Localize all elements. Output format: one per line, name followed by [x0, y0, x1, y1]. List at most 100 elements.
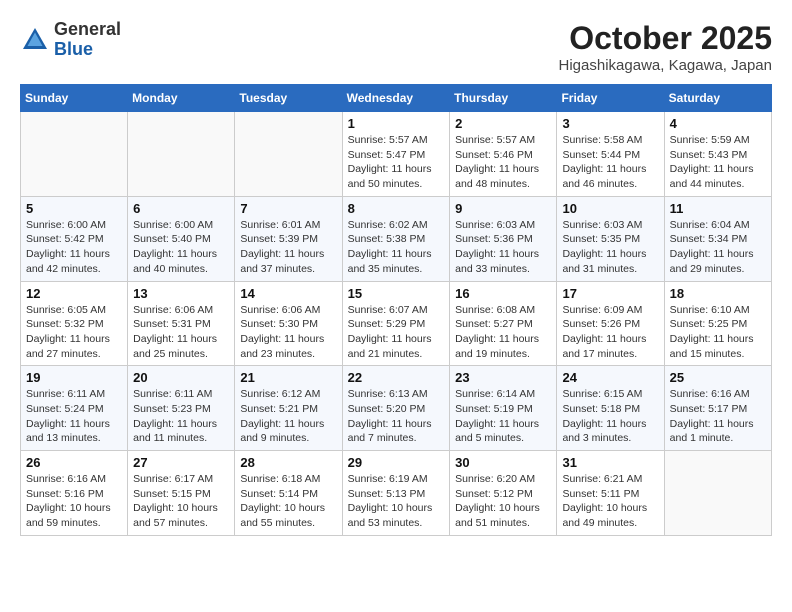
calendar-week-row: 5 Sunrise: 6:00 AM Sunset: 5:42 PM Daylig… — [21, 196, 772, 281]
calendar-week-row: 26 Sunrise: 6:16 AM Sunset: 5:16 PM Dayli… — [21, 451, 772, 536]
day-info: Sunrise: 6:11 AM Sunset: 5:23 PM Dayligh… — [133, 387, 229, 446]
day-number: 4 — [670, 116, 766, 131]
weekday-header: Sunday — [21, 85, 128, 112]
calendar-cell: 25 Sunrise: 6:16 AM Sunset: 5:17 PM Dayli… — [664, 366, 771, 451]
calendar-cell: 13 Sunrise: 6:06 AM Sunset: 5:31 PM Dayli… — [128, 281, 235, 366]
weekday-header: Wednesday — [342, 85, 450, 112]
calendar-cell: 31 Sunrise: 6:21 AM Sunset: 5:11 PM Dayli… — [557, 451, 664, 536]
calendar-cell: 28 Sunrise: 6:18 AM Sunset: 5:14 PM Dayli… — [235, 451, 342, 536]
day-number: 23 — [455, 370, 551, 385]
calendar-cell: 27 Sunrise: 6:17 AM Sunset: 5:15 PM Dayli… — [128, 451, 235, 536]
calendar-table: SundayMondayTuesdayWednesdayThursdayFrid… — [20, 84, 772, 536]
day-number: 28 — [240, 455, 336, 470]
calendar-cell: 3Sunrise: 5:58 AM Sunset: 5:44 PM Daylig… — [557, 112, 664, 197]
day-number: 13 — [133, 286, 229, 301]
calendar-cell: 20 Sunrise: 6:11 AM Sunset: 5:23 PM Dayli… — [128, 366, 235, 451]
day-number: 16 — [455, 286, 551, 301]
day-number: 27 — [133, 455, 229, 470]
day-info: Sunrise: 6:16 AM Sunset: 5:17 PM Dayligh… — [670, 387, 766, 446]
day-number: 12 — [26, 286, 122, 301]
day-info: Sunrise: 6:10 AM Sunset: 5:25 PM Dayligh… — [670, 303, 766, 362]
location: Higashikagawa, Kagawa, Japan — [559, 57, 772, 74]
day-info: Sunrise: 6:04 AM Sunset: 5:34 PM Dayligh… — [670, 218, 766, 277]
day-info: Sunrise: 6:18 AM Sunset: 5:14 PM Dayligh… — [240, 472, 336, 531]
weekday-header: Saturday — [664, 85, 771, 112]
day-info: Sunrise: 6:20 AM Sunset: 5:12 PM Dayligh… — [455, 472, 551, 531]
day-info: Sunrise: 6:03 AM Sunset: 5:35 PM Dayligh… — [562, 218, 658, 277]
day-info: Sunrise: 5:57 AM Sunset: 5:46 PM Dayligh… — [455, 133, 551, 192]
day-number: 7 — [240, 201, 336, 216]
logo-general: General — [54, 20, 121, 40]
day-number: 6 — [133, 201, 229, 216]
day-info: Sunrise: 6:05 AM Sunset: 5:32 PM Dayligh… — [26, 303, 122, 362]
calendar-cell: 18Sunrise: 6:10 AM Sunset: 5:25 PM Dayli… — [664, 281, 771, 366]
day-number: 1 — [348, 116, 445, 131]
month-title: October 2025 — [559, 20, 772, 57]
day-info: Sunrise: 6:06 AM Sunset: 5:30 PM Dayligh… — [240, 303, 336, 362]
day-number: 3 — [562, 116, 658, 131]
day-number: 11 — [670, 201, 766, 216]
calendar-cell: 10 Sunrise: 6:03 AM Sunset: 5:35 PM Dayli… — [557, 196, 664, 281]
day-number: 9 — [455, 201, 551, 216]
calendar-cell: 6 Sunrise: 6:00 AM Sunset: 5:40 PM Daylig… — [128, 196, 235, 281]
day-info: Sunrise: 6:08 AM Sunset: 5:27 PM Dayligh… — [455, 303, 551, 362]
day-number: 22 — [348, 370, 445, 385]
calendar-cell — [21, 112, 128, 197]
day-info: Sunrise: 6:11 AM Sunset: 5:24 PM Dayligh… — [26, 387, 122, 446]
calendar-cell: 2 Sunrise: 5:57 AM Sunset: 5:46 PM Daylig… — [450, 112, 557, 197]
calendar-cell: 24 Sunrise: 6:15 AM Sunset: 5:18 PM Dayli… — [557, 366, 664, 451]
logo: General Blue — [20, 20, 121, 60]
logo-icon — [20, 25, 50, 55]
day-info: Sunrise: 6:01 AM Sunset: 5:39 PM Dayligh… — [240, 218, 336, 277]
calendar-cell: 1 Sunrise: 5:57 AM Sunset: 5:47 PM Daylig… — [342, 112, 450, 197]
day-number: 30 — [455, 455, 551, 470]
day-number: 20 — [133, 370, 229, 385]
day-number: 5 — [26, 201, 122, 216]
day-info: Sunrise: 5:57 AM Sunset: 5:47 PM Dayligh… — [348, 133, 445, 192]
logo-text: General Blue — [54, 20, 121, 60]
calendar-cell: 19 Sunrise: 6:11 AM Sunset: 5:24 PM Dayli… — [21, 366, 128, 451]
day-number: 15 — [348, 286, 445, 301]
day-info: Sunrise: 6:00 AM Sunset: 5:42 PM Dayligh… — [26, 218, 122, 277]
day-info: Sunrise: 6:19 AM Sunset: 5:13 PM Dayligh… — [348, 472, 445, 531]
day-info: Sunrise: 6:21 AM Sunset: 5:11 PM Dayligh… — [562, 472, 658, 531]
day-number: 14 — [240, 286, 336, 301]
day-info: Sunrise: 5:59 AM Sunset: 5:43 PM Dayligh… — [670, 133, 766, 192]
day-info: Sunrise: 6:06 AM Sunset: 5:31 PM Dayligh… — [133, 303, 229, 362]
weekday-header: Monday — [128, 85, 235, 112]
day-info: Sunrise: 6:17 AM Sunset: 5:15 PM Dayligh… — [133, 472, 229, 531]
calendar-cell — [235, 112, 342, 197]
calendar-cell: 17 Sunrise: 6:09 AM Sunset: 5:26 PM Dayli… — [557, 281, 664, 366]
day-info: Sunrise: 6:07 AM Sunset: 5:29 PM Dayligh… — [348, 303, 445, 362]
day-info: Sunrise: 6:13 AM Sunset: 5:20 PM Dayligh… — [348, 387, 445, 446]
day-info: Sunrise: 6:03 AM Sunset: 5:36 PM Dayligh… — [455, 218, 551, 277]
day-number: 10 — [562, 201, 658, 216]
day-info: Sunrise: 6:12 AM Sunset: 5:21 PM Dayligh… — [240, 387, 336, 446]
day-number: 26 — [26, 455, 122, 470]
calendar-cell — [128, 112, 235, 197]
day-number: 19 — [26, 370, 122, 385]
day-info: Sunrise: 6:15 AM Sunset: 5:18 PM Dayligh… — [562, 387, 658, 446]
calendar-cell: 16 Sunrise: 6:08 AM Sunset: 5:27 PM Dayli… — [450, 281, 557, 366]
day-number: 31 — [562, 455, 658, 470]
calendar-cell: 12 Sunrise: 6:05 AM Sunset: 5:32 PM Dayli… — [21, 281, 128, 366]
day-number: 24 — [562, 370, 658, 385]
title-block: October 2025 Higashikagawa, Kagawa, Japa… — [559, 20, 772, 74]
calendar-cell: 8Sunrise: 6:02 AM Sunset: 5:38 PM Daylig… — [342, 196, 450, 281]
page-header: General Blue October 2025 Higashikagawa,… — [20, 20, 772, 74]
day-info: Sunrise: 6:00 AM Sunset: 5:40 PM Dayligh… — [133, 218, 229, 277]
calendar-cell: 11 Sunrise: 6:04 AM Sunset: 5:34 PM Dayli… — [664, 196, 771, 281]
calendar-cell: 4 Sunrise: 5:59 AM Sunset: 5:43 PM Daylig… — [664, 112, 771, 197]
day-number: 21 — [240, 370, 336, 385]
calendar-cell: 26 Sunrise: 6:16 AM Sunset: 5:16 PM Dayli… — [21, 451, 128, 536]
logo-blue: Blue — [54, 40, 121, 60]
day-number: 25 — [670, 370, 766, 385]
day-number: 17 — [562, 286, 658, 301]
calendar-week-row: 19 Sunrise: 6:11 AM Sunset: 5:24 PM Dayli… — [21, 366, 772, 451]
day-number: 8 — [348, 201, 445, 216]
calendar-week-row: 1 Sunrise: 5:57 AM Sunset: 5:47 PM Daylig… — [21, 112, 772, 197]
calendar-cell: 7 Sunrise: 6:01 AM Sunset: 5:39 PM Daylig… — [235, 196, 342, 281]
day-info: Sunrise: 6:09 AM Sunset: 5:26 PM Dayligh… — [562, 303, 658, 362]
day-number: 2 — [455, 116, 551, 131]
day-info: Sunrise: 6:16 AM Sunset: 5:16 PM Dayligh… — [26, 472, 122, 531]
